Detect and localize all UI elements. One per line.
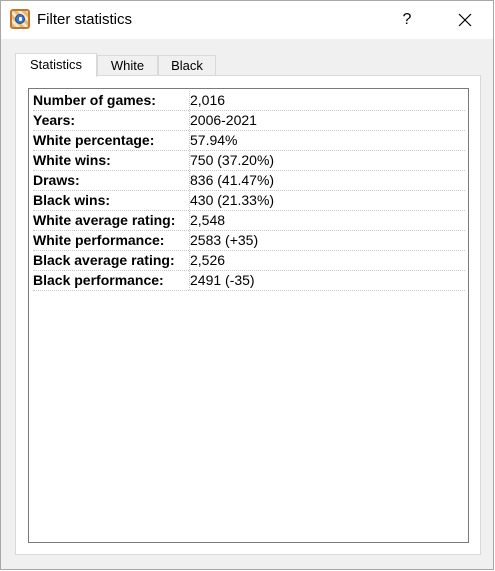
stat-value: 2,016 <box>190 92 226 108</box>
window-title: Filter statistics <box>37 11 133 28</box>
stat-label: Black performance: <box>33 272 164 288</box>
stat-label: Number of games: <box>33 92 156 108</box>
stat-value: 57.94% <box>190 132 238 148</box>
table-row: Black performance: 2491 (-35) <box>33 271 465 291</box>
title-bar: Filter statistics ? <box>1 1 493 39</box>
stat-label: Black wins: <box>33 192 111 208</box>
table-row: Black wins: 430 (21.33%) <box>33 191 465 211</box>
statistics-panel: Number of games: 2,016 Years: 2006-2021 … <box>15 75 481 555</box>
stat-label: Black average rating: <box>33 252 175 268</box>
table-row: White average rating: 2,548 <box>33 211 465 231</box>
filter-statistics-window: Filter statistics ? Statistics White Bla… <box>0 0 494 570</box>
stat-value: 2006-2021 <box>190 112 257 128</box>
stat-label: White average rating: <box>33 212 176 228</box>
close-icon <box>458 13 472 27</box>
stat-value: 750 (37.20%) <box>190 152 275 168</box>
stat-label: Draws: <box>33 172 80 188</box>
tab-statistics[interactable]: Statistics <box>15 53 97 77</box>
help-button[interactable]: ? <box>391 5 423 35</box>
table-row: White wins: 750 (37.20%) <box>33 151 465 171</box>
stat-value: 836 (41.47%) <box>190 172 275 188</box>
tab-black[interactable]: Black <box>158 55 216 76</box>
stat-value: 2583 (+35) <box>190 232 259 248</box>
stat-value: 2491 (-35) <box>190 272 255 288</box>
stat-value: 2,548 <box>190 212 226 228</box>
table-row: White performance: 2583 (+35) <box>33 231 465 251</box>
stat-label: White wins: <box>33 152 111 168</box>
stat-label: White performance: <box>33 232 165 248</box>
stat-label: White percentage: <box>33 132 155 148</box>
stat-value: 2,526 <box>190 252 226 268</box>
table-row: White percentage: 57.94% <box>33 131 465 151</box>
table-row: Years: 2006-2021 <box>33 111 465 131</box>
statistics-table[interactable]: Number of games: 2,016 Years: 2006-2021 … <box>28 88 469 543</box>
close-button[interactable] <box>449 5 481 35</box>
table-row: Draws: 836 (41.47%) <box>33 171 465 191</box>
table-row: Black average rating: 2,526 <box>33 251 465 271</box>
stat-label: Years: <box>33 112 76 128</box>
tab-white[interactable]: White <box>97 55 158 76</box>
stat-value: 430 (21.33%) <box>190 192 275 208</box>
table-row: Number of games: 2,016 <box>33 91 465 111</box>
app-icon <box>10 9 30 29</box>
